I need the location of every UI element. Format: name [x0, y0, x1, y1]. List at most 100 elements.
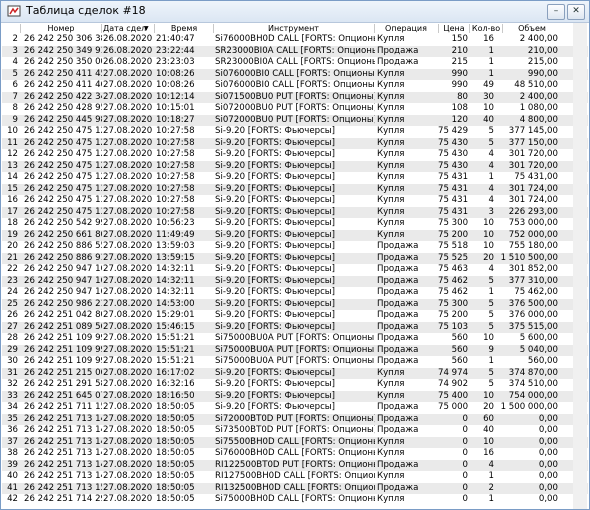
header-price[interactable]: Цена — [440, 23, 468, 34]
table-row[interactable]: 22 26 242 250 947 16027.08.202014:32:11 Si… — [2, 264, 588, 276]
cell-price: 75 525 — [438, 252, 468, 263]
cell-nomer: 26 242 251 109 993 — [24, 356, 102, 366]
table-row[interactable]: 18 26 242 250 542 99527.08.202010:56:23 Si… — [2, 218, 588, 230]
table-row[interactable]: 6 26 242 250 411 46027.08.202010:08:26 Si0… — [2, 80, 588, 92]
cell-nomer: 26 242 251 713 147 — [24, 448, 102, 458]
header-nomer[interactable]: Номер — [22, 23, 100, 34]
header-divider[interactable] — [438, 24, 439, 33]
table-row[interactable]: 24 26 242 250 947 16227.08.202014:32:11 Si… — [2, 287, 588, 299]
table-row[interactable]: 12 26 242 250 475 12727.08.202010:27:58 Si… — [2, 149, 588, 161]
table-row[interactable]: 4 26 242 250 350 00726.08.202023:23:03 SR2… — [2, 57, 588, 69]
table-row[interactable]: 32 26 242 251 291 58227.08.202016:32:16 Si… — [2, 379, 588, 391]
table-row[interactable]: 10 26 242 250 475 12527.08.202010:27:58 Si… — [2, 126, 588, 138]
cell-row-num: 22 — [7, 264, 18, 274]
header-date[interactable]: Дата сдел — [103, 23, 146, 34]
table-row[interactable]: 30 26 242 251 109 99327.08.202015:51:21 Si… — [2, 356, 588, 368]
vertical-scrollbar[interactable] — [573, 23, 587, 509]
cell-qty: 5 — [488, 298, 494, 309]
table-row[interactable]: 23 26 242 250 947 16127.08.202014:32:11 Si… — [2, 275, 588, 287]
cell-qty: 10 — [483, 390, 494, 401]
table-row[interactable]: 2 26 242 250 306 38226.08.202021:40:47 Si7… — [2, 34, 588, 46]
title-bar[interactable]: Таблица сделок #18 – ✕ — [1, 1, 589, 23]
sort-desc-icon[interactable]: ▼ — [144, 23, 152, 34]
cell-time: 14:32:11 — [156, 287, 195, 297]
minimize-button[interactable]: – — [547, 4, 565, 20]
table-row[interactable]: 5 26 242 250 411 45927.08.202010:08:26 Si0… — [2, 68, 588, 80]
cell-row-num: 33 — [7, 390, 18, 401]
table-row[interactable]: 37 26 242 251 713 14627.08.202018:50:05 Si… — [2, 436, 588, 448]
table-row[interactable]: 19 26 242 250 661 80727.08.202011:49:49 Si… — [2, 229, 588, 241]
cell-instrument: Si-9.20 [FORTS: Фьючерсы] — [215, 287, 335, 297]
table-row[interactable]: 42 26 242 251 714 29627.08.202018:50:05 Si… — [2, 494, 588, 506]
cell-date: 27.08.2020 — [103, 68, 153, 79]
table-row[interactable]: 17 26 242 250 475 13227.08.202010:27:58 Si… — [2, 206, 588, 218]
cell-time: 18:16:50 — [156, 390, 195, 401]
cell-price: 75 462 — [438, 287, 468, 297]
cell-nomer: 26 242 250 661 807 — [24, 229, 102, 240]
cell-price: 75 430 — [438, 137, 468, 148]
table-row[interactable]: 25 26 242 250 986 21227.08.202014:53:00 Si… — [2, 298, 588, 310]
table-row[interactable]: 27 26 242 251 089 56127.08.202015:46:15 Si… — [2, 321, 588, 333]
header-instrument[interactable]: Инструмент — [215, 23, 372, 34]
table-row[interactable]: 20 26 242 250 886 55027.08.202013:59:03 Si… — [2, 241, 588, 253]
table-row[interactable]: 16 26 242 250 475 13127.08.202010:27:58 Si… — [2, 195, 588, 207]
cell-qty: 40 — [483, 114, 494, 125]
cell-instrument: Si-9.20 [FORTS: Фьючерсы] — [215, 275, 335, 286]
cell-qty: 1 — [488, 68, 494, 79]
window-title: Таблица сделок #18 — [26, 4, 146, 17]
table-row[interactable]: 7 26 242 250 422 34027.08.202010:12:14 Si0… — [2, 91, 588, 103]
table-row[interactable]: 9 26 242 250 445 98927.08.202010:18:27 Si0… — [2, 114, 588, 126]
header-divider[interactable] — [502, 24, 503, 33]
table-row[interactable]: 36 26 242 251 713 14527.08.202018:50:05 Si… — [2, 425, 588, 437]
cell-nomer: 26 242 251 109 991 — [24, 333, 102, 343]
cell-operation: Купля — [377, 183, 405, 194]
cell-operation: Купля — [377, 103, 405, 113]
header-row-num[interactable] — [4, 23, 18, 34]
table-row[interactable]: 11 26 242 250 475 12627.08.202010:27:58 Si… — [2, 137, 588, 149]
table-row[interactable]: 13 26 242 250 475 12827.08.202010:27:58 Si… — [2, 160, 588, 172]
cell-row-num: 17 — [7, 206, 18, 217]
header-divider[interactable] — [469, 24, 470, 33]
cell-instrument: Si75000BU0A PUT [FORTS: Опционы] — [215, 333, 375, 343]
cell-operation: Продажа — [377, 264, 419, 274]
header-volume[interactable]: Объем — [504, 23, 560, 34]
table-row[interactable]: 38 26 242 251 713 14727.08.202018:50:05 Si… — [2, 448, 588, 460]
table-row[interactable]: 41 26 242 251 713 15027.08.202018:50:05 RI… — [2, 482, 588, 494]
table-row[interactable]: 33 26 242 251 645 07427.08.202018:16:50 Si… — [2, 390, 588, 402]
table-row[interactable]: 8 26 242 250 428 95127.08.202010:15:01 Si0… — [2, 103, 588, 115]
table-row[interactable]: 21 26 242 250 886 91927.08.202013:59:15 Si… — [2, 252, 588, 264]
cell-instrument: SR23000BI0A CALL [FORTS: Опционы] — [215, 57, 375, 67]
table-row[interactable]: 14 26 242 250 475 12927.08.202010:27:58 Si… — [2, 172, 588, 184]
cell-time: 10:27:58 — [156, 149, 195, 159]
header-qty[interactable]: Кол-во — [471, 23, 501, 34]
table-row[interactable]: 29 26 242 251 109 99227.08.202015:51:21 Si… — [2, 344, 588, 356]
table-row[interactable]: 35 26 242 251 713 14427.08.202018:50:05 Si… — [2, 413, 588, 425]
header-divider[interactable] — [374, 24, 375, 33]
cell-price: 0 — [462, 459, 468, 470]
table-row[interactable]: 31 26 242 251 215 06127.08.202016:17:02 Si… — [2, 367, 588, 379]
table-row[interactable]: 3 26 242 250 349 91926.08.202023:22:44 SR2… — [2, 45, 588, 57]
table-row[interactable]: 40 26 242 251 713 14927.08.202018:50:05 RI… — [2, 471, 588, 483]
header-divider[interactable] — [20, 24, 21, 33]
header-divider[interactable] — [101, 24, 102, 33]
cell-nomer: 26 242 250 422 340 — [24, 91, 102, 102]
header-divider[interactable] — [213, 24, 214, 33]
table-row[interactable]: 26 26 242 251 042 80727.08.202015:29:01 Si… — [2, 310, 588, 322]
header-time[interactable]: Время — [156, 23, 212, 34]
cell-instrument: RI132500BH0D CALL [FORTS: Опционы] — [215, 482, 375, 493]
cell-price: 74 902 — [438, 379, 468, 389]
cell-row-num: 9 — [12, 114, 18, 125]
header-operation[interactable]: Операция — [376, 23, 436, 34]
cell-volume: 0,00 — [538, 459, 558, 470]
cell-volume: 0,00 — [538, 448, 558, 458]
table-row[interactable]: 39 26 242 251 713 14827.08.202018:50:05 RI… — [2, 459, 588, 471]
table-row[interactable]: 34 26 242 251 711 15127.08.202018:50:05 Si… — [2, 402, 588, 414]
cell-row-num: 16 — [7, 195, 18, 205]
cell-time: 23:23:03 — [156, 57, 195, 67]
close-button[interactable]: ✕ — [567, 4, 585, 20]
header-divider[interactable] — [154, 24, 155, 33]
cell-operation: Купля — [377, 448, 405, 458]
cell-operation: Купля — [377, 471, 405, 481]
table-row[interactable]: 15 26 242 250 475 13027.08.202010:27:58 Si… — [2, 183, 588, 195]
table-row[interactable]: 28 26 242 251 109 99127.08.202015:51:21 Si… — [2, 333, 588, 345]
